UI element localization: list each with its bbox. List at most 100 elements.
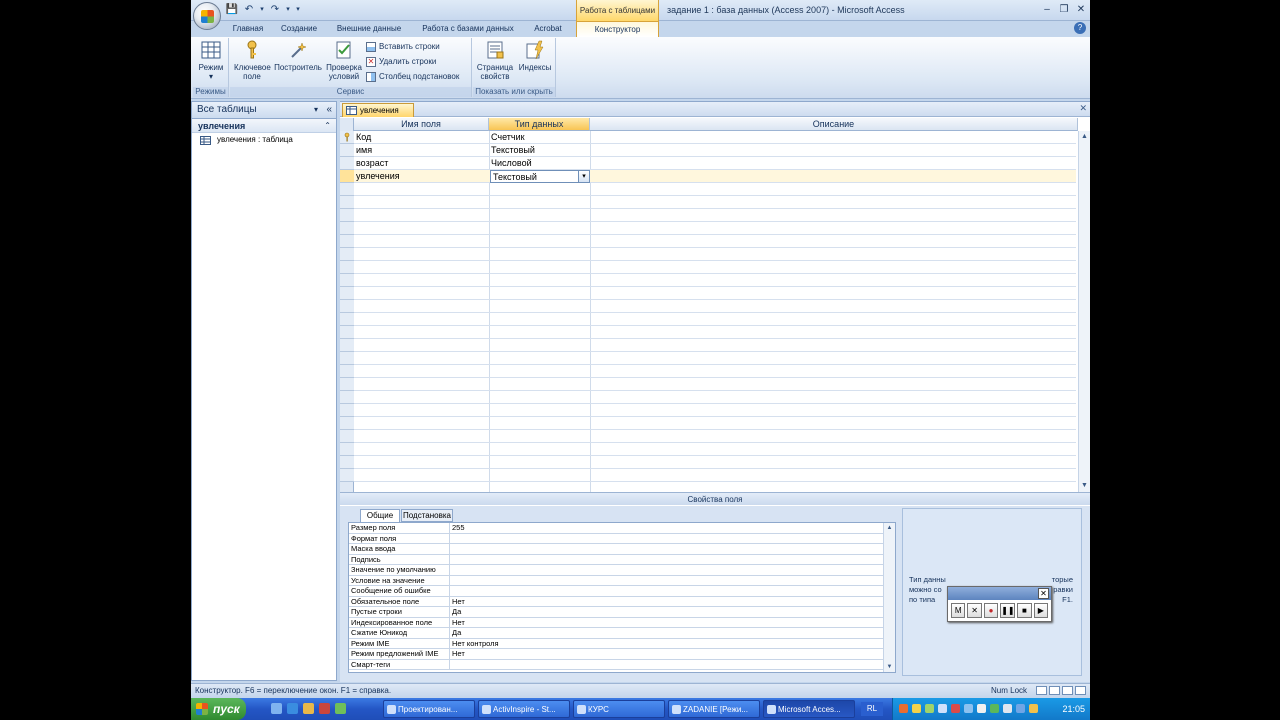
data-type-cell[interactable]: Счетчик <box>489 131 590 144</box>
property-value[interactable]: Да <box>450 607 895 617</box>
property-row[interactable]: Режим IME Нет контроля <box>349 638 895 649</box>
property-row[interactable]: Условие на значение <box>349 575 895 586</box>
property-value[interactable]: Нет <box>450 618 895 628</box>
design-view-icon[interactable] <box>1075 686 1086 695</box>
minimize-icon[interactable]: – <box>1040 3 1054 17</box>
data-type-cell[interactable]: Числовой <box>489 157 590 170</box>
row-selector[interactable] <box>340 313 354 326</box>
property-row[interactable]: Режим предложений IME Нет <box>349 649 895 660</box>
table-row-empty[interactable] <box>354 352 1076 365</box>
folder-icon[interactable] <box>303 703 314 714</box>
row-selector[interactable] <box>340 352 354 365</box>
row-selector[interactable] <box>340 261 354 274</box>
chevron-down-icon[interactable]: ▾ <box>314 102 318 118</box>
property-value[interactable] <box>450 660 895 670</box>
row-selector-current[interactable] <box>340 170 354 183</box>
language-indicator[interactable]: RL <box>861 702 883 716</box>
nav-group-header[interactable]: увлечения ⌃ <box>192 119 336 133</box>
table-row-empty[interactable] <box>354 313 1076 326</box>
tab-lookup[interactable]: Подстановка <box>401 509 453 522</box>
property-value[interactable] <box>450 565 895 575</box>
property-value[interactable] <box>450 586 895 596</box>
pivot-chart-view-icon[interactable] <box>1062 686 1073 695</box>
row-selector[interactable] <box>340 274 354 287</box>
customize-qat-icon[interactable]: ▾ <box>294 3 302 16</box>
field-name-cell[interactable]: Код <box>354 131 489 144</box>
taskbar-button[interactable]: ZADANIE [Режи... <box>668 700 760 718</box>
table-row-empty[interactable] <box>354 248 1076 261</box>
property-value[interactable]: 255 <box>450 523 895 533</box>
redo-dropdown-icon[interactable]: ▾ <box>285 3 291 16</box>
table-row-empty[interactable] <box>354 235 1076 248</box>
tray-icon[interactable] <box>938 704 947 713</box>
pause-icon[interactable]: ❚❚ <box>1000 603 1016 618</box>
pivot-table-view-icon[interactable] <box>1049 686 1060 695</box>
property-row[interactable]: Пустые строки Да <box>349 607 895 618</box>
description-cell[interactable] <box>590 170 1076 183</box>
row-selector[interactable] <box>340 326 354 339</box>
test-rules-button[interactable]: Проверка условий <box>324 39 364 81</box>
row-selector[interactable] <box>340 196 354 209</box>
table-row-empty[interactable] <box>354 469 1076 482</box>
taskbar-button[interactable]: Проектирован... <box>383 700 475 718</box>
undo-dropdown-icon[interactable]: ▾ <box>259 3 265 16</box>
property-value[interactable] <box>450 576 895 586</box>
table-row-empty[interactable] <box>354 339 1076 352</box>
data-type-cell[interactable]: Текстовый <box>489 144 590 157</box>
save-icon[interactable]: 💾 <box>225 3 239 16</box>
tray-icon[interactable] <box>951 704 960 713</box>
tab-acrobat[interactable]: Acrobat <box>527 21 569 37</box>
start-button[interactable]: пуск <box>191 698 246 720</box>
property-row[interactable]: Размер поля 255 <box>349 523 895 534</box>
recorder-menu-button[interactable]: M <box>951 603 966 618</box>
table-row-empty[interactable] <box>354 287 1076 300</box>
row-selector[interactable] <box>340 209 354 222</box>
table-row[interactable]: Код Счетчик <box>354 131 1076 144</box>
show-desktop-icon[interactable] <box>271 703 282 714</box>
property-row[interactable]: Подпись <box>349 554 895 565</box>
close-document-icon[interactable]: ✕ <box>1079 103 1087 114</box>
row-selector[interactable] <box>340 235 354 248</box>
office-button[interactable] <box>193 2 221 30</box>
datasheet-view-icon[interactable] <box>1036 686 1047 695</box>
table-row-empty[interactable] <box>354 183 1076 196</box>
tray-icon[interactable] <box>977 704 986 713</box>
view-button[interactable]: Режим ▾ <box>195 39 227 81</box>
table-row-empty[interactable] <box>354 443 1076 456</box>
row-selector[interactable] <box>340 365 354 378</box>
property-value[interactable]: Нет <box>450 597 895 607</box>
row-selector[interactable] <box>340 469 354 482</box>
row-selector[interactable] <box>340 456 354 469</box>
undo-icon[interactable]: ↶ <box>242 3 256 16</box>
recorder-cancel-button[interactable]: ✕ <box>967 603 982 618</box>
row-selector[interactable] <box>340 248 354 261</box>
builder-button[interactable]: Построитель <box>274 39 322 72</box>
data-type-combobox[interactable]: Текстовый ▾ <box>490 170 590 183</box>
tab-external-data[interactable]: Внешние данные <box>331 21 407 37</box>
close-icon[interactable]: ✕ <box>1038 588 1049 599</box>
property-value[interactable]: Нет контроля <box>450 639 895 649</box>
volume-icon[interactable] <box>1003 704 1012 713</box>
taskbar-button-active[interactable]: Microsoft Acces... <box>763 700 855 718</box>
properties-scrollbar[interactable]: ▲ ▼ <box>883 523 895 672</box>
tray-icon[interactable] <box>925 704 934 713</box>
delete-rows-button[interactable]: ✕ Удалить строки <box>366 56 436 68</box>
row-selector[interactable] <box>340 131 354 144</box>
scroll-down-icon[interactable]: ▼ <box>1079 480 1090 492</box>
tray-icon[interactable] <box>912 704 921 713</box>
row-selector[interactable] <box>340 378 354 391</box>
property-value[interactable] <box>450 544 895 554</box>
tab-create[interactable]: Создание <box>275 21 323 37</box>
vertical-scrollbar[interactable]: ▲ ▼ <box>1078 131 1090 492</box>
table-row-empty[interactable] <box>354 300 1076 313</box>
row-selector[interactable] <box>340 417 354 430</box>
table-row-empty[interactable] <box>354 391 1076 404</box>
property-row[interactable]: Сообщение об ошибке <box>349 586 895 597</box>
quicklaunch-app-icon[interactable] <box>335 703 346 714</box>
nav-header[interactable]: Все таблицы ▾ « <box>192 102 336 119</box>
description-cell[interactable] <box>590 157 1076 170</box>
tray-icon[interactable] <box>964 704 973 713</box>
table-row-current[interactable]: увлечения Текстовый ▾ <box>354 170 1076 183</box>
redo-icon[interactable]: ↷ <box>268 3 282 16</box>
table-row-empty[interactable] <box>354 274 1076 287</box>
